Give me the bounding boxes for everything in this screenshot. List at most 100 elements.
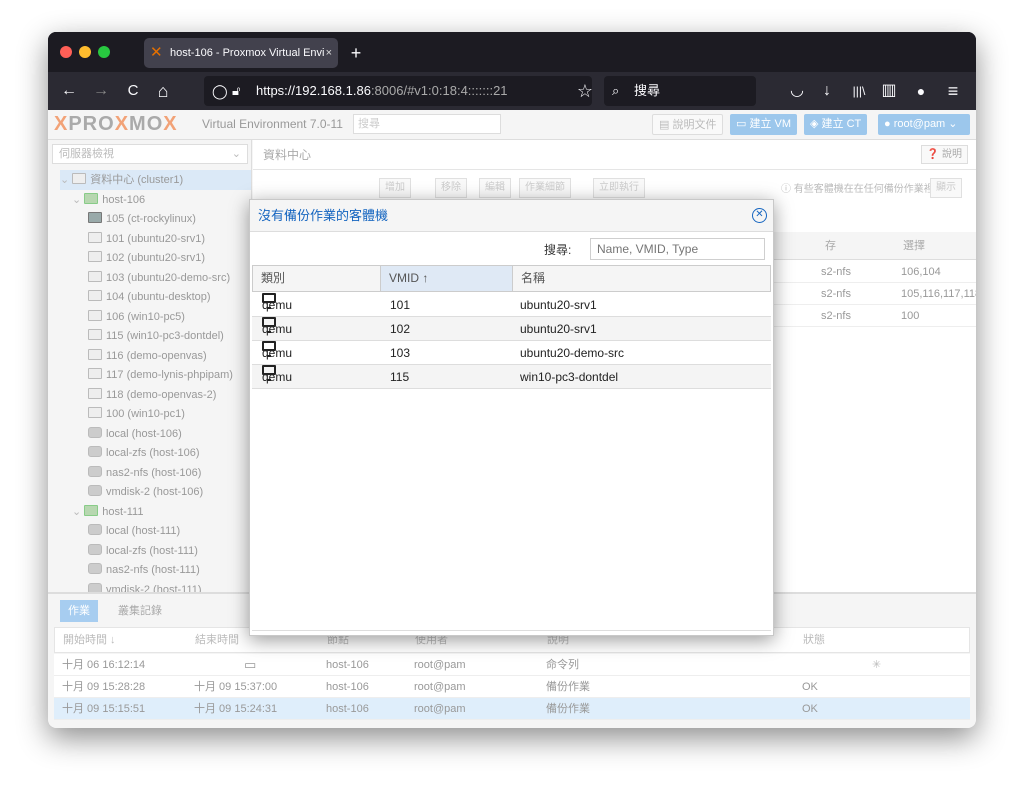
tree-item-label: 103 (ubuntu20-demo-src) [106, 271, 231, 284]
task-end-cell: 十月 09 15:24:31 [194, 703, 278, 715]
run-now-button[interactable]: 立即執行 [593, 178, 645, 198]
task-node-cell: host-106 [326, 703, 369, 715]
col-name[interactable]: 名稱 [513, 266, 770, 291]
docs-button[interactable]: ▤ 說明文件 [652, 114, 724, 135]
browser-search-box[interactable]: ⌕ 搜尋 [604, 76, 756, 106]
user-menu-button[interactable]: ● root@pam ⌄ [878, 114, 970, 135]
dialog-table-row[interactable]: qemu 101 ubuntu20-srv1 [252, 293, 771, 317]
tree-item[interactable]: ⌄ 資料中心 (cluster1) [60, 170, 251, 190]
create-ct-button[interactable]: ◈ 建立 CT [804, 114, 868, 135]
task-user-cell: root@pam [414, 659, 466, 671]
expand-toggle-icon[interactable]: ⌄ [72, 194, 84, 206]
col-storage[interactable]: 存 [825, 232, 836, 260]
dialog-footer [252, 630, 771, 634]
url-bar[interactable]: ◯ 🔓︎ https://192.168.1.86:8006/#v1:0:18:… [204, 76, 592, 106]
tree-item-label: host-111 [102, 505, 144, 518]
task-row[interactable]: 十月 09 15:28:28 十月 09 15:37:00 host-106 root… [54, 676, 970, 698]
url-host: https://192.168.1.86 [256, 83, 371, 98]
tree-item[interactable]: 118 (demo-openvas-2) [88, 385, 216, 405]
col-start-time[interactable]: 開始時間 ↓ [63, 628, 116, 652]
tree-item[interactable]: local (host-111) [88, 521, 180, 541]
forward-icon[interactable]: → [90, 72, 112, 110]
col-vmid[interactable]: VMID ↑ [381, 266, 513, 291]
dialog-table-row[interactable]: qemu 115 win10-pc3-dontdel [252, 365, 771, 389]
chevron-down-icon: ⌄ [945, 118, 958, 130]
expand-toggle-icon[interactable]: ⌄ [60, 174, 72, 186]
account-icon[interactable]: ● [910, 72, 932, 110]
tree-item[interactable]: local-zfs (host-111) [88, 541, 198, 561]
pve-header: XPROXMOX Virtual Environment 7.0-11 搜尋 ▤… [48, 110, 976, 140]
minimize-window-button[interactable] [79, 46, 91, 58]
tree-item-label: 102 (ubuntu20-srv1) [106, 252, 206, 264]
zoom-window-button[interactable] [98, 46, 110, 58]
show-button[interactable]: 顯示 [930, 178, 962, 198]
tree-item[interactable]: 103 (ubuntu20-demo-src) [88, 268, 230, 288]
tree-item[interactable]: local (host-106) [88, 424, 182, 444]
type-cell: qemu [262, 365, 292, 389]
remove-button[interactable]: 移除 [435, 178, 467, 198]
tree-item[interactable]: nas2-nfs (host-106) [88, 463, 201, 483]
tree-item-label: local-zfs (host-106) [106, 447, 200, 459]
expand-toggle-icon[interactable]: ⌄ [72, 506, 84, 518]
create-vm-button[interactable]: ▭ 建立 VM [730, 114, 798, 135]
tab-cluster-log[interactable]: 叢集記錄 [110, 600, 170, 622]
edit-button[interactable]: 編輯 [479, 178, 511, 198]
app-menu-icon[interactable]: ≡ [942, 72, 964, 110]
tree-item[interactable]: 102 (ubuntu20-srv1) [88, 248, 205, 268]
storage-icon [88, 446, 102, 457]
name-cell: ubuntu20-srv1 [520, 322, 597, 336]
tab-tasks[interactable]: 作業 [60, 600, 98, 622]
reload-icon[interactable]: C [122, 72, 144, 110]
tracking-shield-icon[interactable]: ◯ [212, 76, 228, 106]
tree-item[interactable]: ⌄ host-111 [72, 502, 143, 522]
type-cell: qemu [262, 341, 292, 365]
home-icon[interactable]: ⌂ [152, 72, 174, 110]
browser-search-label: 搜尋 [634, 83, 661, 98]
vm-icon [88, 368, 102, 379]
name-cell: ubuntu20-srv1 [520, 298, 597, 312]
tree-item[interactable]: vmdisk-2 (host-111) [88, 580, 202, 592]
tree-item[interactable]: vmdisk-2 (host-106) [88, 482, 203, 502]
close-icon[interactable]: ✕ [752, 208, 767, 223]
col-type[interactable]: 類別 [253, 266, 381, 291]
bookmark-star-icon[interactable]: ☆ [574, 72, 596, 110]
sidebar-icon[interactable]: ▥ [878, 72, 900, 110]
view-selector[interactable]: 伺服器檢視 ⌄ [52, 144, 248, 164]
task-desc-cell: 備份作業 [546, 703, 590, 715]
tree-item[interactable]: 105 (ct-rockylinux) [88, 209, 196, 229]
add-button[interactable]: 增加 [379, 178, 411, 198]
col-status[interactable]: 狀態 [803, 628, 825, 652]
help-button[interactable]: ❓ 說明 [920, 145, 968, 164]
tree-item[interactable]: 117 (demo-lynis-phpipam) [88, 365, 233, 385]
dialog-table-row[interactable]: qemu 102 ubuntu20-srv1 [252, 317, 771, 341]
new-tab-button[interactable]: + [346, 38, 366, 68]
tree-item[interactable]: nas2-nfs (host-111) [88, 560, 200, 580]
pocket-icon[interactable]: ◡ [786, 72, 808, 110]
tree-item[interactable]: 104 (ubuntu-desktop) [88, 287, 211, 307]
download-icon[interactable]: ↓ [816, 72, 838, 110]
tree-item[interactable]: 100 (win10-pc1) [88, 404, 185, 424]
dialog-search-input[interactable] [590, 238, 765, 260]
tree-item[interactable]: local-zfs (host-106) [88, 443, 200, 463]
vm-icon [88, 329, 102, 340]
library-icon[interactable]: |||\ [848, 72, 870, 110]
tree-item[interactable]: 101 (ubuntu20-srv1) [88, 229, 205, 249]
col-selection[interactable]: 選擇 [903, 232, 925, 260]
tree-item[interactable]: 106 (win10-pc5) [88, 307, 185, 327]
task-row[interactable]: 十月 09 15:15:51 十月 09 15:24:31 host-106 root… [54, 698, 970, 720]
tree-item[interactable]: 116 (demo-openvas) [88, 346, 207, 366]
task-node-cell: host-106 [326, 681, 369, 693]
tree-item[interactable]: ⌄ host-106 [72, 190, 145, 210]
back-icon[interactable]: ← [58, 72, 80, 110]
insecure-lock-icon[interactable]: 🔓︎ [232, 76, 240, 106]
tree-item-label: 100 (win10-pc1) [106, 408, 185, 420]
tree-item[interactable]: 115 (win10-pc3-dontdel) [88, 326, 224, 346]
tab-close-icon[interactable]: × [326, 38, 332, 68]
global-search-input[interactable]: 搜尋 [353, 114, 501, 134]
browser-tab[interactable]: ✕ host-106 - Proxmox Virtual Envi × [144, 38, 338, 68]
job-detail-button[interactable]: 作業細節 [519, 178, 571, 198]
col-end-time[interactable]: 結束時間 [195, 628, 239, 652]
close-window-button[interactable] [60, 46, 72, 58]
dialog-table-row[interactable]: qemu 103 ubuntu20-demo-src [252, 341, 771, 365]
task-row[interactable]: 十月 06 16:12:14 host-106 root@pam 命令列 ▭ ✳ [54, 654, 970, 676]
